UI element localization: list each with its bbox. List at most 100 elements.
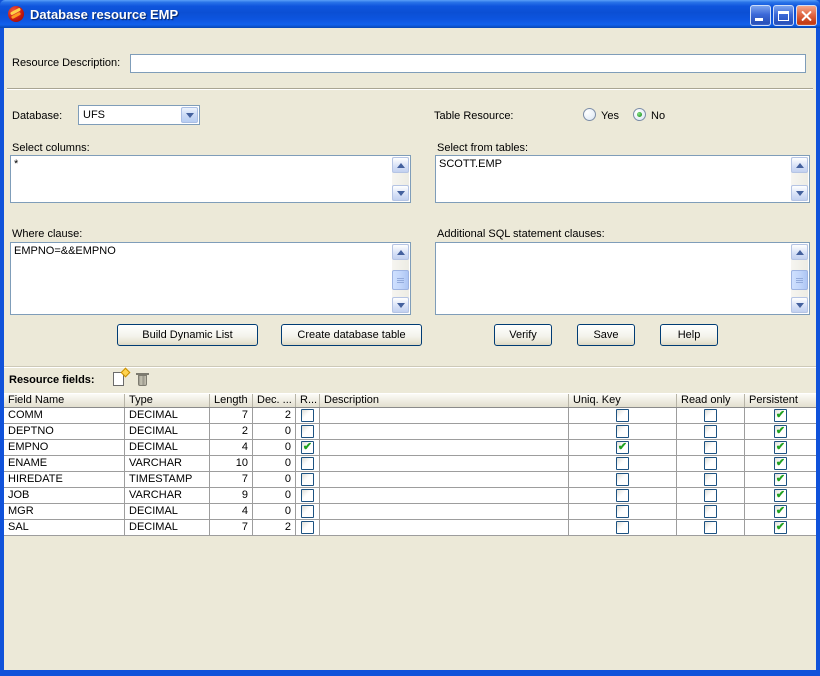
table-row[interactable]: ENAMEVARCHAR100✔ <box>4 456 816 472</box>
column-header-dec[interactable]: Dec. ... <box>253 394 296 407</box>
r-checkbox[interactable] <box>301 505 314 518</box>
r-checkbox[interactable] <box>301 473 314 486</box>
r-checkbox[interactable] <box>301 489 314 502</box>
cell-persistent: ✔ <box>745 440 816 455</box>
select-from-tables-scrollbar[interactable] <box>791 157 808 201</box>
uniq-key-checkbox[interactable] <box>616 457 629 470</box>
scrollbar-thumb[interactable] <box>392 270 409 290</box>
additional-sql-textarea[interactable] <box>435 242 810 315</box>
scroll-down-button[interactable] <box>791 297 808 313</box>
cell-description <box>320 488 569 503</box>
read-only-checkbox[interactable] <box>704 521 717 534</box>
table-row[interactable]: SALDECIMAL72✔ <box>4 520 816 536</box>
read-only-checkbox[interactable] <box>704 409 717 422</box>
database-selected-value: UFS <box>83 109 105 121</box>
save-button[interactable]: Save <box>577 324 635 346</box>
persistent-checkbox[interactable]: ✔ <box>774 489 787 502</box>
r-checkbox[interactable] <box>301 521 314 534</box>
cell-dec: 2 <box>253 408 296 423</box>
persistent-checkbox[interactable]: ✔ <box>774 441 787 454</box>
add-field-button[interactable] <box>110 370 129 389</box>
table-resource-yes-radio[interactable] <box>583 108 596 121</box>
cell-r <box>296 456 320 471</box>
table-row[interactable]: MGRDECIMAL40✔ <box>4 504 816 520</box>
title-bar[interactable]: Database resource EMP <box>0 0 820 28</box>
table-row[interactable]: HIREDATETIMESTAMP70✔ <box>4 472 816 488</box>
scroll-up-button[interactable] <box>392 244 409 260</box>
uniq-key-checkbox[interactable] <box>616 473 629 486</box>
select-from-tables-textarea[interactable]: SCOTT.EMP <box>435 155 810 203</box>
build-dynamic-list-button[interactable]: Build Dynamic List <box>117 324 258 346</box>
database-select[interactable]: UFS <box>78 105 200 125</box>
select-columns-textarea[interactable]: * <box>10 155 411 203</box>
create-database-table-button[interactable]: Create database table <box>281 324 422 346</box>
cell-description <box>320 520 569 535</box>
cell-length: 10 <box>210 456 253 471</box>
r-checkbox[interactable] <box>301 409 314 422</box>
help-button[interactable]: Help <box>660 324 718 346</box>
read-only-checkbox[interactable] <box>704 473 717 486</box>
read-only-checkbox[interactable] <box>704 457 717 470</box>
table-row[interactable]: JOBVARCHAR90✔ <box>4 488 816 504</box>
read-only-checkbox[interactable] <box>704 489 717 502</box>
column-header-persistent[interactable]: Persistent <box>745 394 816 407</box>
persistent-checkbox[interactable]: ✔ <box>774 409 787 422</box>
cell-uniq-key <box>569 424 677 439</box>
select-columns-text: * <box>14 158 389 200</box>
table-resource-no-radio[interactable] <box>633 108 646 121</box>
cell-field-name: MGR <box>4 504 125 519</box>
scroll-down-button[interactable] <box>392 185 409 201</box>
column-header-uniq-key[interactable]: Uniq. Key <box>569 394 677 407</box>
persistent-checkbox[interactable]: ✔ <box>774 521 787 534</box>
arrow-down-icon <box>397 191 405 196</box>
persistent-checkbox[interactable]: ✔ <box>774 473 787 486</box>
select-columns-scrollbar[interactable] <box>392 157 409 201</box>
table-row[interactable]: COMMDECIMAL72✔ <box>4 408 816 424</box>
cell-dec: 0 <box>253 472 296 487</box>
additional-sql-scrollbar[interactable] <box>791 244 808 313</box>
cell-uniq-key <box>569 456 677 471</box>
where-clause-scrollbar[interactable] <box>392 244 409 313</box>
column-header-read-only[interactable]: Read only <box>677 394 745 407</box>
column-header-r[interactable]: R... <box>296 394 320 407</box>
r-checkbox[interactable] <box>301 457 314 470</box>
persistent-checkbox[interactable]: ✔ <box>774 505 787 518</box>
scrollbar-thumb[interactable] <box>791 270 808 290</box>
table-row[interactable]: EMPNODECIMAL40✔✔✔ <box>4 440 816 456</box>
uniq-key-checkbox[interactable]: ✔ <box>616 441 629 454</box>
scroll-down-button[interactable] <box>392 297 409 313</box>
scroll-up-button[interactable] <box>791 157 808 173</box>
minimize-button[interactable] <box>750 5 771 26</box>
persistent-checkbox[interactable]: ✔ <box>774 457 787 470</box>
persistent-checkbox[interactable]: ✔ <box>774 425 787 438</box>
scroll-up-button[interactable] <box>392 157 409 173</box>
cell-persistent: ✔ <box>745 424 816 439</box>
close-button[interactable] <box>796 5 817 26</box>
read-only-checkbox[interactable] <box>704 441 717 454</box>
cell-r <box>296 472 320 487</box>
table-row[interactable]: DEPTNODECIMAL20✔ <box>4 424 816 440</box>
read-only-checkbox[interactable] <box>704 425 717 438</box>
r-checkbox[interactable]: ✔ <box>301 441 314 454</box>
verify-button[interactable]: Verify <box>494 324 552 346</box>
delete-field-button[interactable] <box>133 370 152 389</box>
column-header-description[interactable]: Description <box>320 394 569 407</box>
uniq-key-checkbox[interactable] <box>616 489 629 502</box>
uniq-key-checkbox[interactable] <box>616 505 629 518</box>
where-clause-textarea[interactable]: EMPNO=&&EMPNO <box>10 242 411 315</box>
scroll-down-button[interactable] <box>791 185 808 201</box>
maximize-button[interactable] <box>773 5 794 26</box>
resource-description-input[interactable] <box>130 54 806 73</box>
scroll-up-button[interactable] <box>791 244 808 260</box>
uniq-key-checkbox[interactable] <box>616 425 629 438</box>
column-header-field-name[interactable]: Field Name <box>4 394 125 407</box>
column-header-type[interactable]: Type <box>125 394 210 407</box>
column-header-length[interactable]: Length <box>210 394 253 407</box>
uniq-key-checkbox[interactable] <box>616 521 629 534</box>
cell-r <box>296 424 320 439</box>
cell-read-only <box>677 504 745 519</box>
read-only-checkbox[interactable] <box>704 505 717 518</box>
database-dropdown-button[interactable] <box>181 107 198 123</box>
r-checkbox[interactable] <box>301 425 314 438</box>
uniq-key-checkbox[interactable] <box>616 409 629 422</box>
